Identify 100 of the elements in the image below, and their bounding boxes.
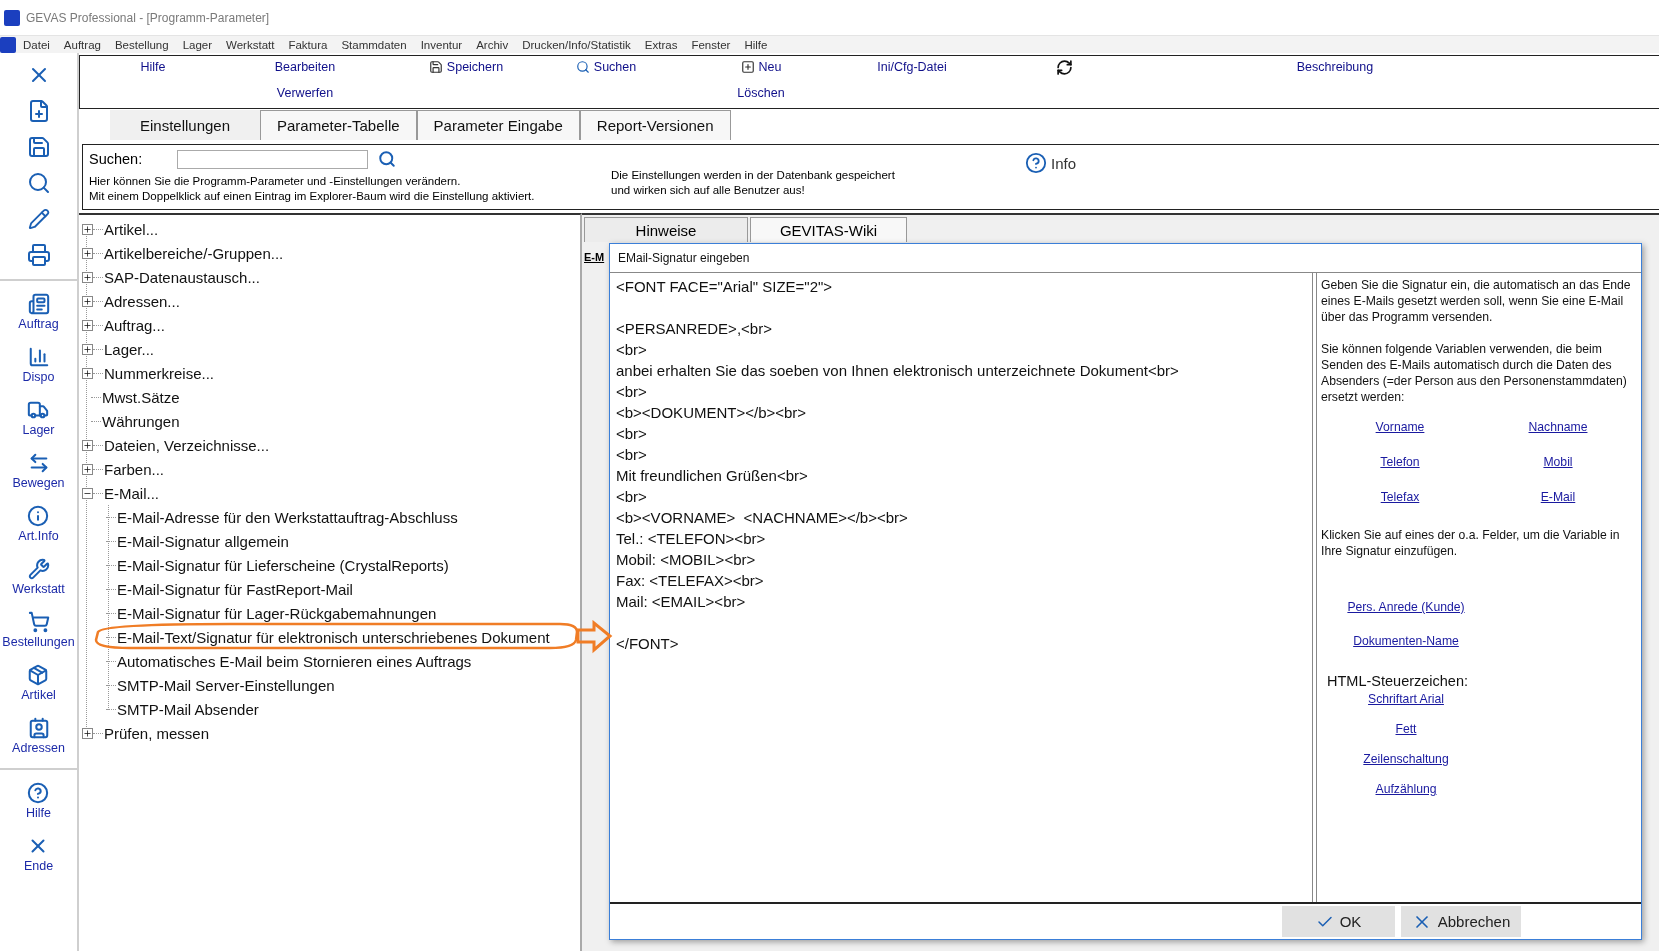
tree-item[interactable]: E-Mail-Signatur für Lieferscheine (CrystalReports): [116, 556, 449, 574]
info-button[interactable]: Info: [1025, 150, 1077, 176]
sidebar-button[interactable]: Adressen: [12, 709, 65, 762]
html-link[interactable]: Fett: [1395, 721, 1417, 737]
menu-item[interactable]: Archiv: [469, 38, 516, 51]
cancel-button[interactable]: Abbrechen: [1401, 906, 1521, 937]
html-link[interactable]: Aufzählung: [1375, 781, 1437, 797]
tree-item[interactable]: E-Mail-Signatur allgemein: [116, 532, 289, 550]
toolbar-button[interactable]: Ini/Cfg-Datei: [877, 59, 947, 75]
plus-icon: [83, 344, 92, 354]
hint-text: Hier können Sie die Programm-Parameter und -Einstellungen verändern.: [89, 174, 462, 189]
tree-item[interactable]: Prüfen, messen: [103, 724, 210, 742]
tree-item[interactable]: E-Mail-Text/Signatur für elektronisch unterschriebenes Dokument: [116, 628, 550, 646]
tree-item[interactable]: Nummerkreise...: [103, 364, 215, 382]
cart-icon: [27, 610, 50, 633]
variable-link[interactable]: Telefon: [1380, 454, 1420, 470]
expand-toggle[interactable]: [82, 343, 93, 355]
variable-link[interactable]: Telefax: [1380, 489, 1420, 505]
tree-item[interactable]: Artikelbereiche/-Gruppen...: [103, 244, 284, 262]
sidebar-button[interactable]: Artikel: [21, 656, 56, 709]
html-link[interactable]: Zeilenschaltung: [1363, 751, 1449, 767]
expand-toggle[interactable]: [82, 463, 93, 475]
menu-item[interactable]: Fenster: [684, 38, 738, 51]
tree-item[interactable]: Adressen...: [103, 292, 180, 310]
tree-item[interactable]: Währungen: [101, 412, 180, 430]
html-link[interactable]: Schriftart Arial: [1368, 691, 1444, 707]
menu-item[interactable]: Drucken/Info/Statistik: [515, 38, 638, 51]
tree-item[interactable]: Auftrag...: [103, 316, 165, 334]
plus-icon: [83, 248, 92, 258]
plus-icon: [83, 728, 92, 738]
refresh-button[interactable]: [1055, 59, 1073, 75]
expand-toggle[interactable]: [82, 367, 93, 379]
tab[interactable]: Report-Versionen: [579, 110, 731, 140]
tree-item[interactable]: Dateien, Verzeichnisse...: [103, 436, 270, 454]
sidebar-button[interactable]: Auftrag: [18, 285, 59, 338]
tree-item[interactable]: E-Mail...: [103, 484, 159, 502]
toolbar-button[interactable]: Verwerfen: [276, 85, 334, 101]
expand-toggle[interactable]: [82, 319, 93, 331]
toolbar-button[interactable]: Suchen: [575, 59, 637, 75]
toolbar-button[interactable]: Neu: [740, 59, 782, 75]
sidebar-button[interactable]: Werkstatt: [12, 550, 65, 603]
sidebar-button[interactable]: Bewegen: [12, 444, 65, 497]
variable-link[interactable]: Mobil: [1543, 454, 1573, 470]
sidebar-button[interactable]: Dispo: [22, 338, 55, 391]
tree-item[interactable]: E-Mail-Adresse für den Werkstattauftrag-Abschluss: [116, 508, 458, 526]
menu-item[interactable]: Stammdaten: [334, 38, 414, 51]
toolbar-button[interactable]: Hilfe: [140, 59, 166, 75]
menu-item[interactable]: Extras: [637, 38, 685, 51]
tree-item[interactable]: E-Mail-Signatur für FastReport-Mail: [116, 580, 353, 598]
tab[interactable]: Hinweise: [584, 217, 748, 242]
menu-item[interactable]: Lager: [175, 38, 220, 51]
tab[interactable]: GEVITAS-Wiki: [750, 217, 907, 242]
expand-toggle[interactable]: [82, 271, 93, 283]
tab[interactable]: Einstellungen: [110, 110, 260, 140]
expand-toggle[interactable]: [82, 295, 93, 307]
tab[interactable]: Parameter-Tabelle: [260, 110, 417, 140]
menu-item[interactable]: Datei: [16, 38, 57, 51]
menu-item[interactable]: Werkstatt: [219, 38, 282, 51]
arrow-drawing: [576, 620, 613, 654]
app-logo-icon: [4, 9, 20, 26]
menu-item[interactable]: Inventur: [413, 38, 470, 51]
section-heading: E-M: [584, 251, 605, 263]
tree-item[interactable]: Artikel...: [103, 220, 159, 238]
menu-item[interactable]: Bestellung: [107, 38, 176, 51]
search-field[interactable]: [177, 149, 368, 169]
search-icon[interactable]: [378, 150, 396, 168]
sidebar-button[interactable]: Art.Info: [18, 497, 59, 550]
sidebar-button[interactable]: Bestellungen: [2, 603, 75, 656]
tree-item[interactable]: SMTP-Mail Absender: [116, 700, 259, 718]
ok-button[interactable]: OK: [1282, 906, 1395, 937]
tree-item[interactable]: Farben...: [103, 460, 165, 478]
tree-item[interactable]: Automatisches E-Mail beim Stornieren eines Auftrags: [116, 652, 472, 670]
menu-item[interactable]: Auftrag: [56, 38, 108, 51]
toolbar-button[interactable]: Speichern: [428, 59, 504, 75]
tree-item[interactable]: SAP-Datenaustausch...: [103, 268, 260, 286]
tree-item[interactable]: SMTP-Mail Server-Einstellungen: [116, 676, 335, 694]
tree-item[interactable]: Lager...: [103, 340, 155, 358]
menu-item[interactable]: Hilfe: [737, 38, 775, 51]
collapse-toggle[interactable]: [82, 487, 93, 499]
toolbar-button[interactable]: Löschen: [737, 85, 785, 101]
expand-toggle[interactable]: [82, 439, 93, 451]
sidebar-button[interactable]: Lager: [22, 391, 55, 444]
variable-link[interactable]: Dokumenten-Name: [1353, 633, 1459, 649]
sidebar-button[interactable]: Hilfe: [26, 774, 51, 827]
expand-toggle[interactable]: [82, 247, 93, 259]
signature-field[interactable]: <FONT FACE="Arial" SIZE="2"> <PERSANREDE>,<br> <br> anbei erhalten Sie das soeben von Ihnen elektronisch unterzeichnete Dokument<br> <br> <b><DOKUMENT></b><br> <br> <br> Mit freundlichen Grüßen<br> <br> <b><VORNAME> <NACHNAME></b><br> Tel.: <TELEFON><br> Mobil: <MOBIL><br> Fax: <TELEFAX><br> Mail: <EMAIL><br> </FONT>: [610, 273, 1313, 902]
variable-link[interactable]: Nachname: [1528, 419, 1588, 435]
expand-toggle[interactable]: [82, 223, 93, 235]
variable-link[interactable]: E-Mail: [1540, 489, 1576, 505]
tree-item[interactable]: E-Mail-Signatur für Lager-Rückgabemahnungen: [116, 604, 437, 622]
dialog-title: EMail-Signatur eingeben: [617, 250, 751, 267]
expand-toggle[interactable]: [82, 727, 93, 739]
variable-link[interactable]: Pers. Anrede (Kunde): [1347, 599, 1465, 615]
menu-item[interactable]: Faktura: [281, 38, 335, 51]
tab[interactable]: Parameter Eingabe: [416, 110, 580, 140]
toolbar-button[interactable]: Beschreibung: [1296, 59, 1374, 75]
tree-item[interactable]: Mwst.Sätze: [101, 388, 180, 406]
toolbar-button[interactable]: Bearbeiten: [274, 59, 336, 75]
sidebar-button[interactable]: Ende: [23, 827, 54, 880]
variable-link[interactable]: Vorname: [1375, 419, 1425, 435]
